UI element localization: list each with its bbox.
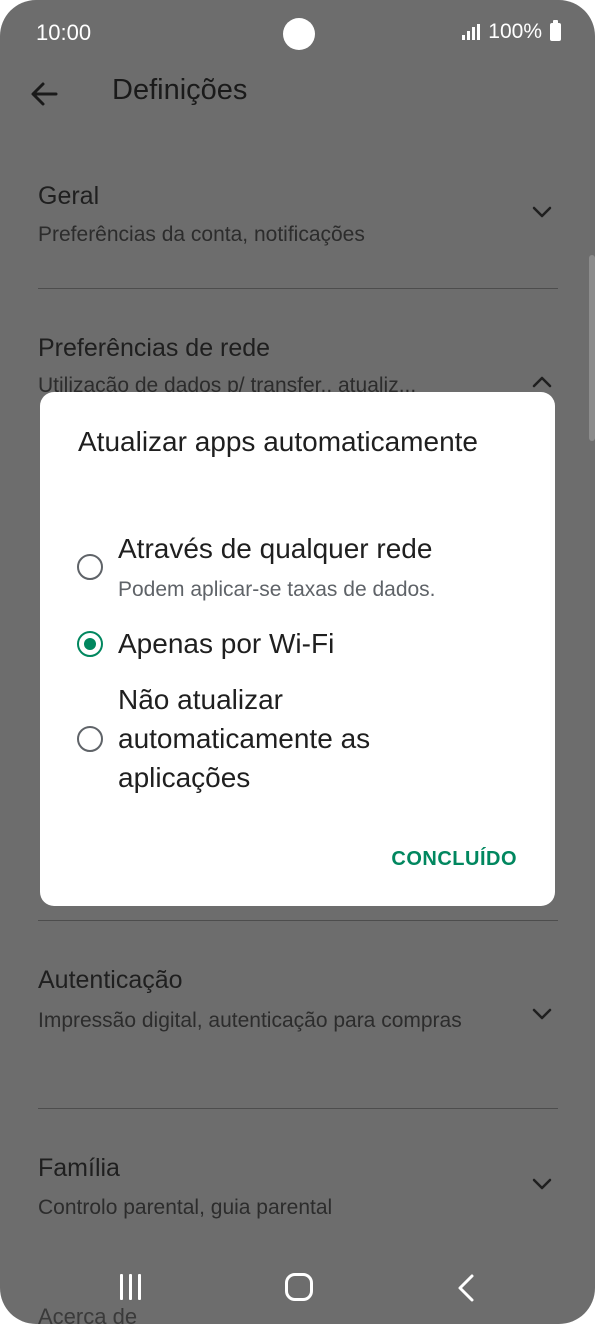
section-auth-subtitle: Impressão digital, autenticação para com… [38,1009,462,1032]
option-label: Não atualizar automaticamente as aplicaç… [118,684,371,793]
status-icons: 100% [462,20,561,44]
radio-button[interactable] [77,554,103,580]
signal-icon [462,24,481,40]
auto-update-dialog: Atualizar apps automaticamente Através d… [40,392,555,906]
divider [38,288,558,289]
option-label: Através de qualquer rede [118,533,433,564]
phone-screen: 10:00 100% Definições Geral Preferências… [0,0,595,1324]
battery-icon [550,20,561,41]
nav-back-icon[interactable] [452,1272,482,1304]
arrow-left-icon[interactable] [26,74,66,114]
divider [38,920,558,921]
done-button[interactable]: CONCLUÍDO [391,848,517,871]
chevron-down-icon[interactable] [528,1000,556,1028]
status-time: 10:00 [36,20,92,45]
section-about-title[interactable]: Acerca de [38,1304,137,1324]
section-auth-title[interactable]: Autenticação [38,966,183,995]
radio-button-selected[interactable] [77,631,103,657]
recent-apps-icon[interactable] [120,1274,146,1302]
section-network-title[interactable]: Preferências de rede [38,334,270,363]
dialog-title: Atualizar apps automaticamente [78,426,478,457]
option-subtitle: Podem aplicar-se taxas de dados. [118,578,436,601]
home-icon[interactable] [285,1273,313,1301]
scrollbar[interactable] [589,255,595,441]
page-title: Definições [112,74,248,106]
camera-cutout [283,18,315,50]
radio-button[interactable] [77,726,103,752]
section-family-subtitle: Controlo parental, guia parental [38,1196,333,1219]
option-label: Apenas por Wi-Fi [118,628,335,659]
section-general-title[interactable]: Geral [38,182,99,211]
chevron-down-icon[interactable] [528,1170,556,1198]
battery-percent: 100% [488,20,542,43]
divider [38,1108,558,1109]
section-family-title[interactable]: Família [38,1154,120,1183]
chevron-down-icon[interactable] [528,198,556,226]
section-general-subtitle: Preferências da conta, notificações [38,223,365,246]
